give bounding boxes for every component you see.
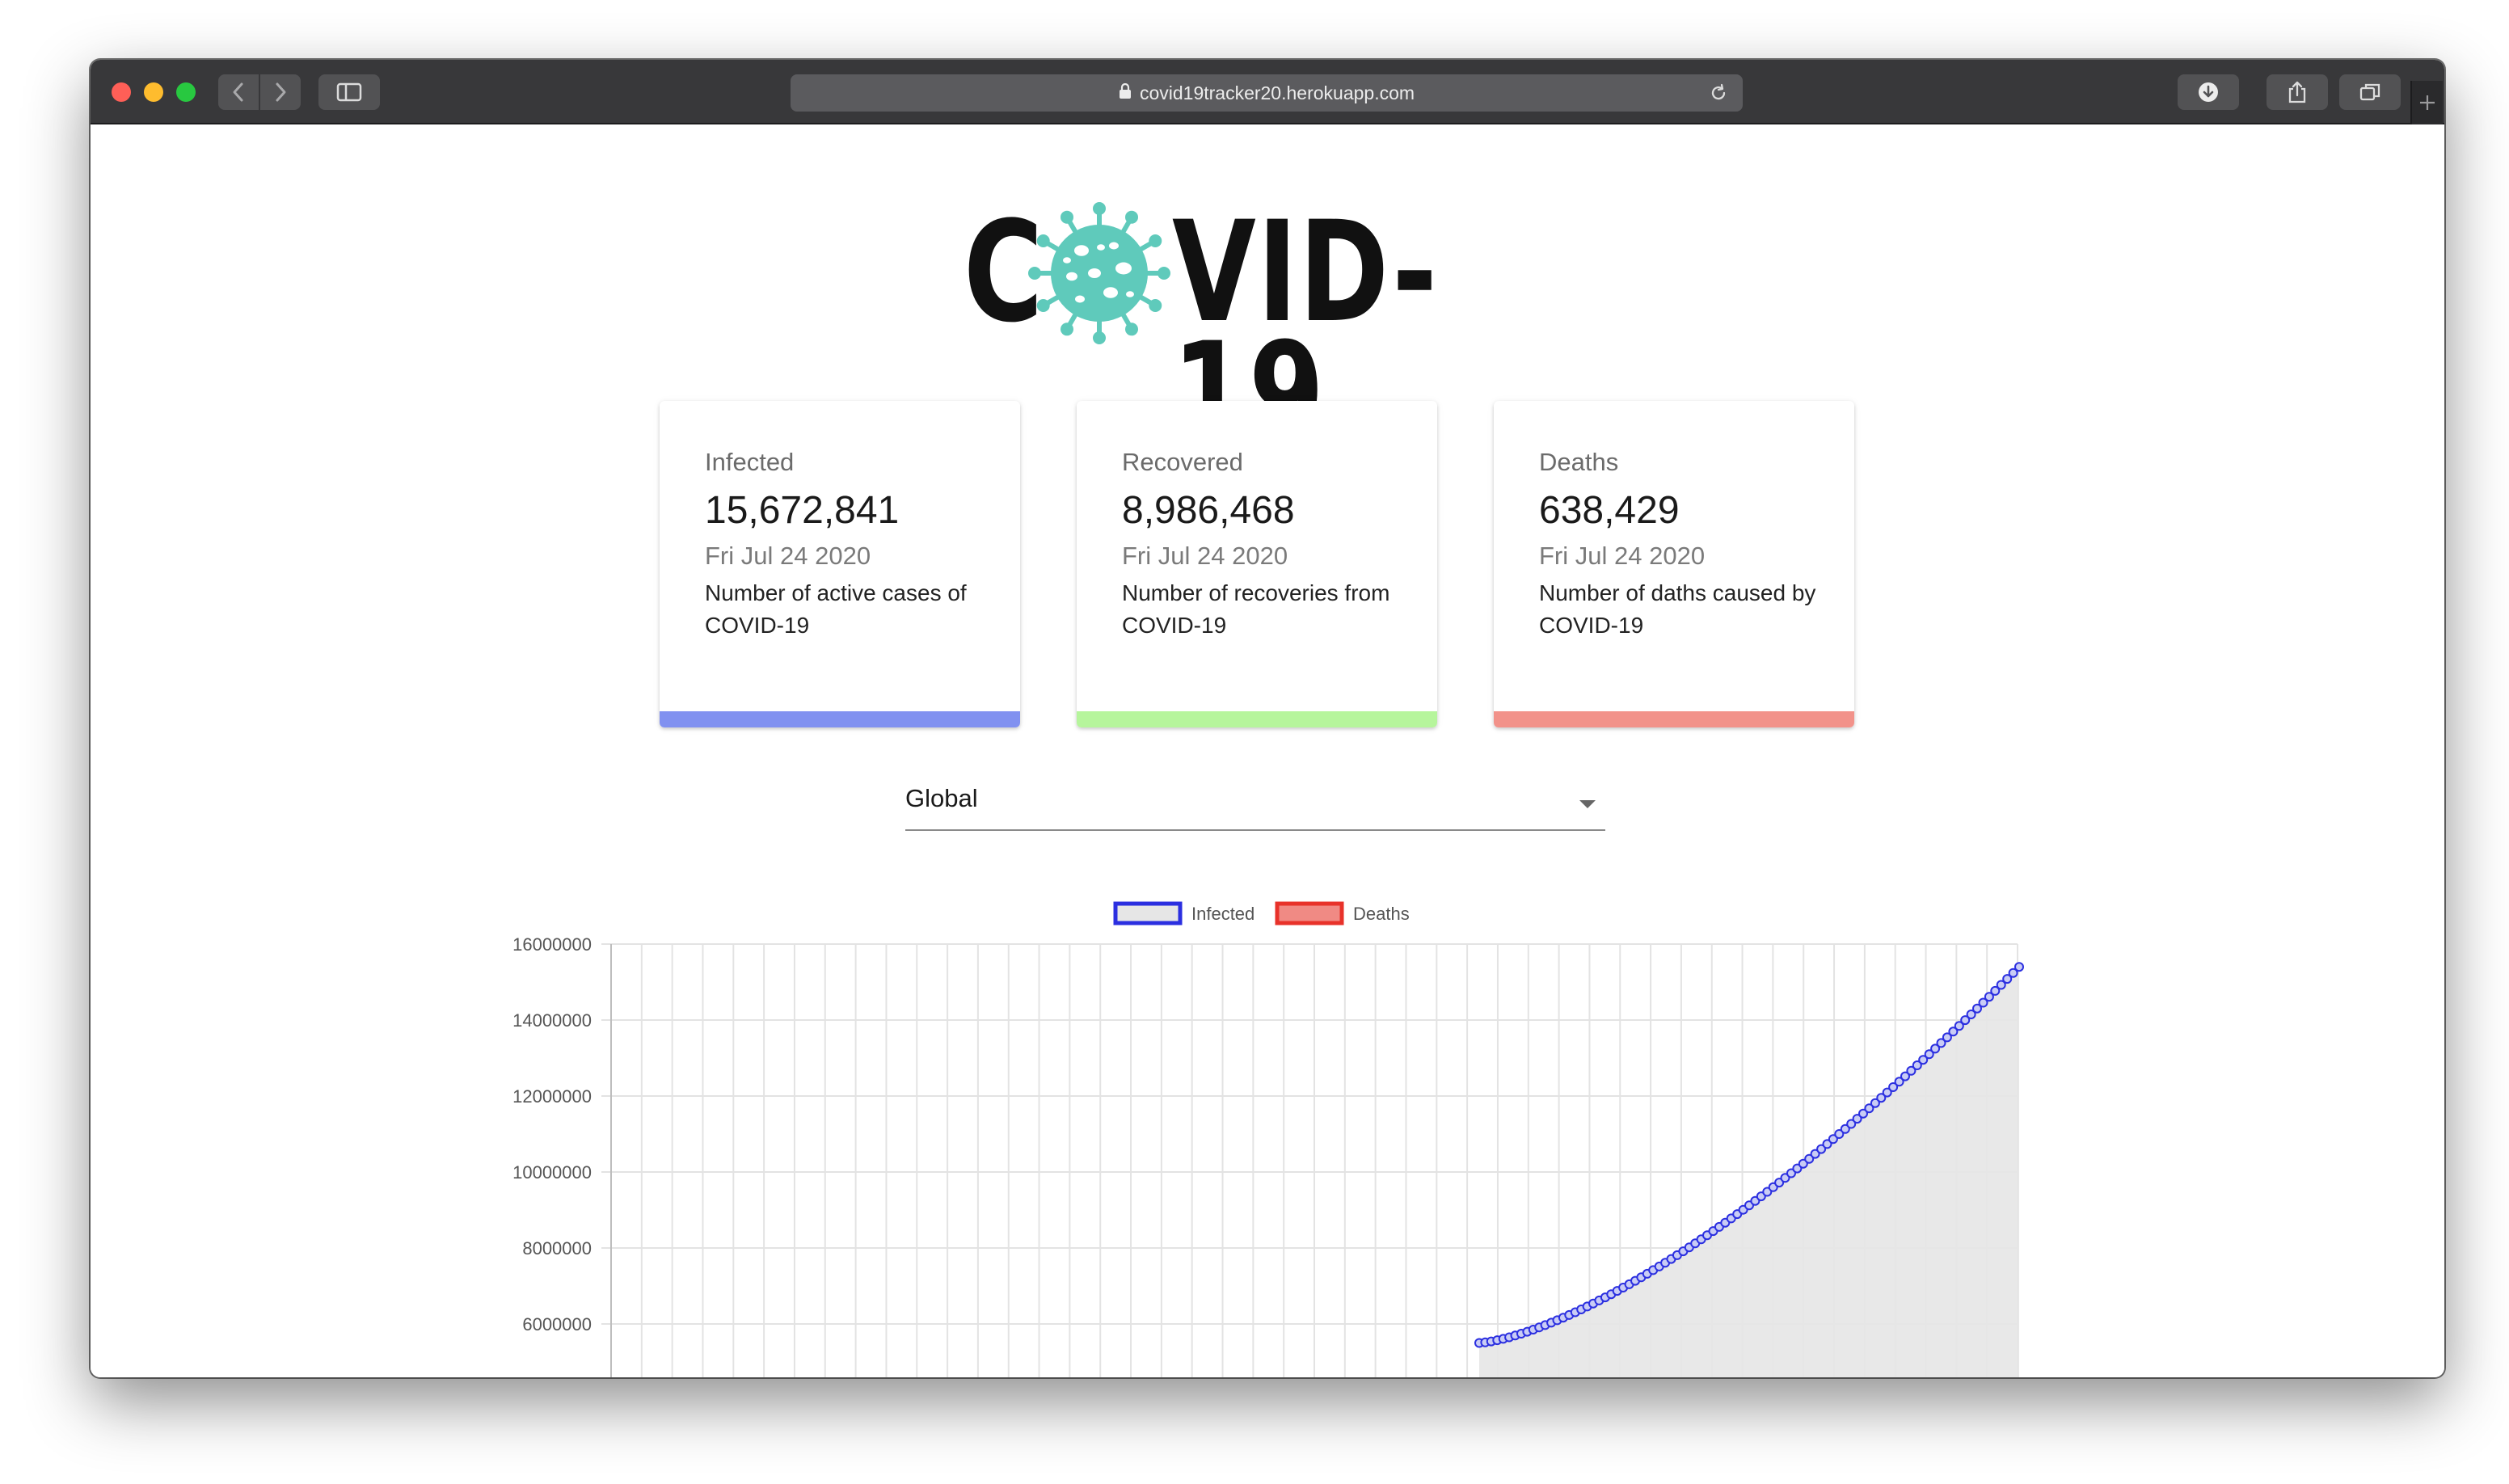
back-button[interactable] xyxy=(218,74,259,110)
browser-toolbar: covid19tracker20.herokuapp.com xyxy=(91,60,2444,124)
plus-icon xyxy=(2420,95,2435,110)
reload-icon[interactable] xyxy=(1709,83,1728,108)
tabs-icon xyxy=(2359,83,2380,101)
download-icon xyxy=(2199,82,2218,102)
share-icon xyxy=(2288,81,2306,103)
chevron-left-icon xyxy=(233,82,243,102)
minimize-window-button[interactable] xyxy=(144,82,163,102)
screen: covid19tracker20.herokuapp.com C VID-19 … xyxy=(0,0,2509,1484)
downloads-button[interactable] xyxy=(2178,74,2239,110)
cases-line-chart: 16000000 14000000 12000000 10000000 8000000 6… xyxy=(512,901,2024,1377)
share-button[interactable] xyxy=(2267,74,2328,110)
page-content: C VID-19 Infected 15,672,841 Fri Jul 24 … xyxy=(91,124,2444,1377)
sidebar-icon xyxy=(336,82,362,102)
y-tick-label: 8000000 xyxy=(522,1238,592,1258)
y-tick-label: 10000000 xyxy=(512,1162,592,1183)
legend-label: Infected xyxy=(1191,904,1254,924)
browser-window: covid19tracker20.herokuapp.com C VID-19 … xyxy=(91,60,2444,1377)
y-tick-label: 16000000 xyxy=(512,934,592,955)
zoom-window-button[interactable] xyxy=(176,82,196,102)
y-tick-label: 12000000 xyxy=(512,1086,592,1107)
data-point xyxy=(2014,962,2024,972)
y-tick-label: 14000000 xyxy=(512,1010,592,1031)
legend-label: Deaths xyxy=(1353,904,1410,924)
sidebar-toggle-button[interactable] xyxy=(318,74,380,110)
new-tab-button[interactable] xyxy=(2410,81,2443,124)
forward-button[interactable] xyxy=(260,74,301,110)
y-tick-label: 6000000 xyxy=(522,1314,592,1334)
legend-swatch xyxy=(1275,901,1344,925)
lock-icon xyxy=(1119,82,1132,104)
chevron-right-icon xyxy=(276,82,286,102)
url-text: covid19tracker20.herokuapp.com xyxy=(1139,82,1415,103)
tab-overview-button[interactable] xyxy=(2339,74,2401,110)
address-bar[interactable]: covid19tracker20.herokuapp.com xyxy=(791,74,1743,112)
legend-swatch xyxy=(1113,901,1183,925)
close-window-button[interactable] xyxy=(112,82,131,102)
